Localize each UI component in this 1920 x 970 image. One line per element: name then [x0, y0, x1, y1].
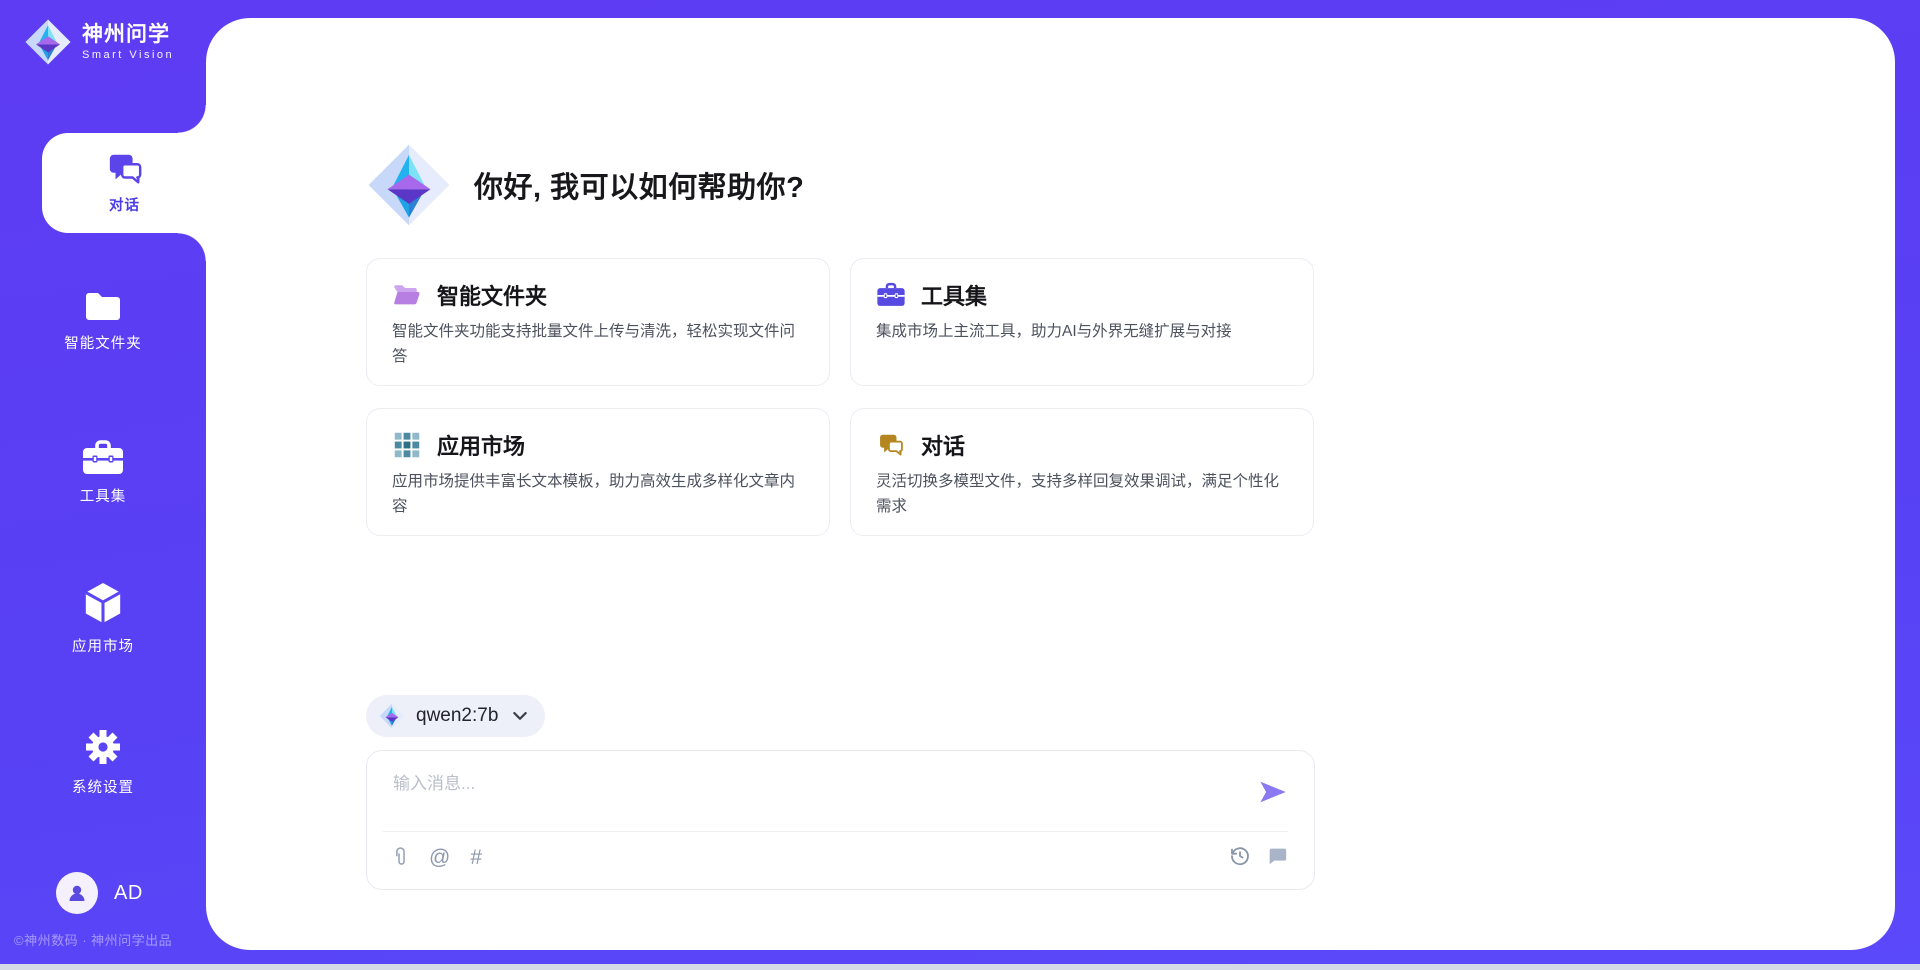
send-button[interactable] [1258, 777, 1288, 807]
message-composer: @ # [366, 750, 1315, 890]
diamond-logo-icon [366, 142, 452, 228]
sidebar-item-label: 对话 [109, 194, 140, 215]
active-tab-curve-top [178, 105, 206, 133]
toolbox-icon [81, 440, 125, 476]
user-avatar-icon [65, 881, 89, 905]
hash-button[interactable]: # [470, 847, 482, 868]
sidebar-item-label: 智能文件夹 [64, 332, 142, 353]
card-description: 集成市场上主流工具，助力AI与外界无缝扩展与对接 [876, 320, 1288, 345]
sidebar: 神州问学 Smart Vision 对话 智能文件夹 [0, 0, 206, 970]
brand-name: 神州问学 [82, 23, 174, 46]
card-toolbox[interactable]: 工具集 集成市场上主流工具，助力AI与外界无缝扩展与对接 [850, 258, 1314, 386]
card-title: 工具集 [921, 279, 987, 311]
brand-subtitle: Smart Vision [82, 49, 174, 61]
sidebar-item-settings[interactable]: 系统设置 [0, 727, 206, 797]
card-description: 应用市场提供丰富长文本模板，助力高效生成多样化文章内容 [392, 470, 804, 520]
sidebar-item-smart-folder[interactable]: 智能文件夹 [0, 290, 206, 353]
card-title: 应用市场 [437, 429, 525, 461]
folder-open-icon [392, 282, 422, 308]
gear-icon [83, 727, 123, 767]
sidebar-item-app-market[interactable]: 应用市场 [0, 580, 206, 656]
active-tab-curve-bottom [178, 233, 206, 261]
sidebar-item-label: 系统设置 [72, 776, 134, 797]
grid-icon [392, 432, 422, 458]
diamond-logo-icon [24, 18, 72, 66]
chat-icon [106, 151, 144, 187]
history-icon [1229, 845, 1251, 867]
chat-bubble-icon [1266, 845, 1288, 867]
chevron-down-icon [513, 712, 527, 721]
card-description: 智能文件夹功能支持批量文件上传与清洗，轻松实现文件问答 [392, 320, 804, 370]
user-initials: AD [114, 882, 143, 905]
paperclip-icon [391, 845, 409, 869]
feedback-button[interactable] [1266, 845, 1288, 867]
sidebar-item-toolbox[interactable]: 工具集 [0, 440, 206, 506]
card-app-market[interactable]: 应用市场 应用市场提供丰富长文本模板，助力高效生成多样化文章内容 [366, 408, 830, 536]
bottom-scrollbar-track [0, 964, 1920, 970]
user-profile[interactable]: AD [56, 872, 143, 914]
model-selector[interactable]: qwen2:7b [366, 695, 545, 737]
card-title: 对话 [921, 429, 965, 461]
card-description: 灵活切换多模型文件，支持多样回复效果调试，满足个性化需求 [876, 470, 1288, 520]
card-title: 智能文件夹 [437, 279, 547, 311]
avatar [56, 872, 98, 914]
card-chat[interactable]: 对话 灵活切换多模型文件，支持多样回复效果调试，满足个性化需求 [850, 408, 1314, 536]
history-button[interactable] [1229, 845, 1251, 867]
greeting-text: 你好, 我可以如何帮助你? [474, 164, 804, 206]
diamond-logo-icon [379, 703, 405, 729]
brand-logo: 神州问学 Smart Vision [24, 18, 174, 66]
message-input[interactable] [391, 767, 1195, 827]
greeting: 你好, 我可以如何帮助你? [366, 142, 804, 228]
sidebar-item-label: 工具集 [80, 485, 127, 506]
sidebar-item-chat[interactable]: 对话 [42, 133, 207, 233]
model-name: qwen2:7b [416, 705, 498, 727]
folder-icon [83, 290, 123, 323]
app-screen: 神州问学 Smart Vision 对话 智能文件夹 [0, 0, 1920, 970]
mention-button[interactable]: @ [429, 847, 450, 868]
attach-file-button[interactable] [391, 845, 409, 869]
feature-cards: 智能文件夹 智能文件夹功能支持批量文件上传与清洗，轻松实现文件问答 工具集 集成… [366, 258, 1314, 536]
copyright-text: ©神州数码 · 神州问学出品 [14, 930, 172, 949]
sidebar-item-label: 应用市场 [72, 635, 134, 656]
cube-icon [82, 580, 124, 626]
chat-icon [876, 432, 906, 458]
card-smart-folder[interactable]: 智能文件夹 智能文件夹功能支持批量文件上传与清洗，轻松实现文件问答 [366, 258, 830, 386]
toolbox-icon [876, 282, 906, 308]
composer-divider [383, 831, 1288, 832]
send-plane-icon [1258, 777, 1288, 807]
